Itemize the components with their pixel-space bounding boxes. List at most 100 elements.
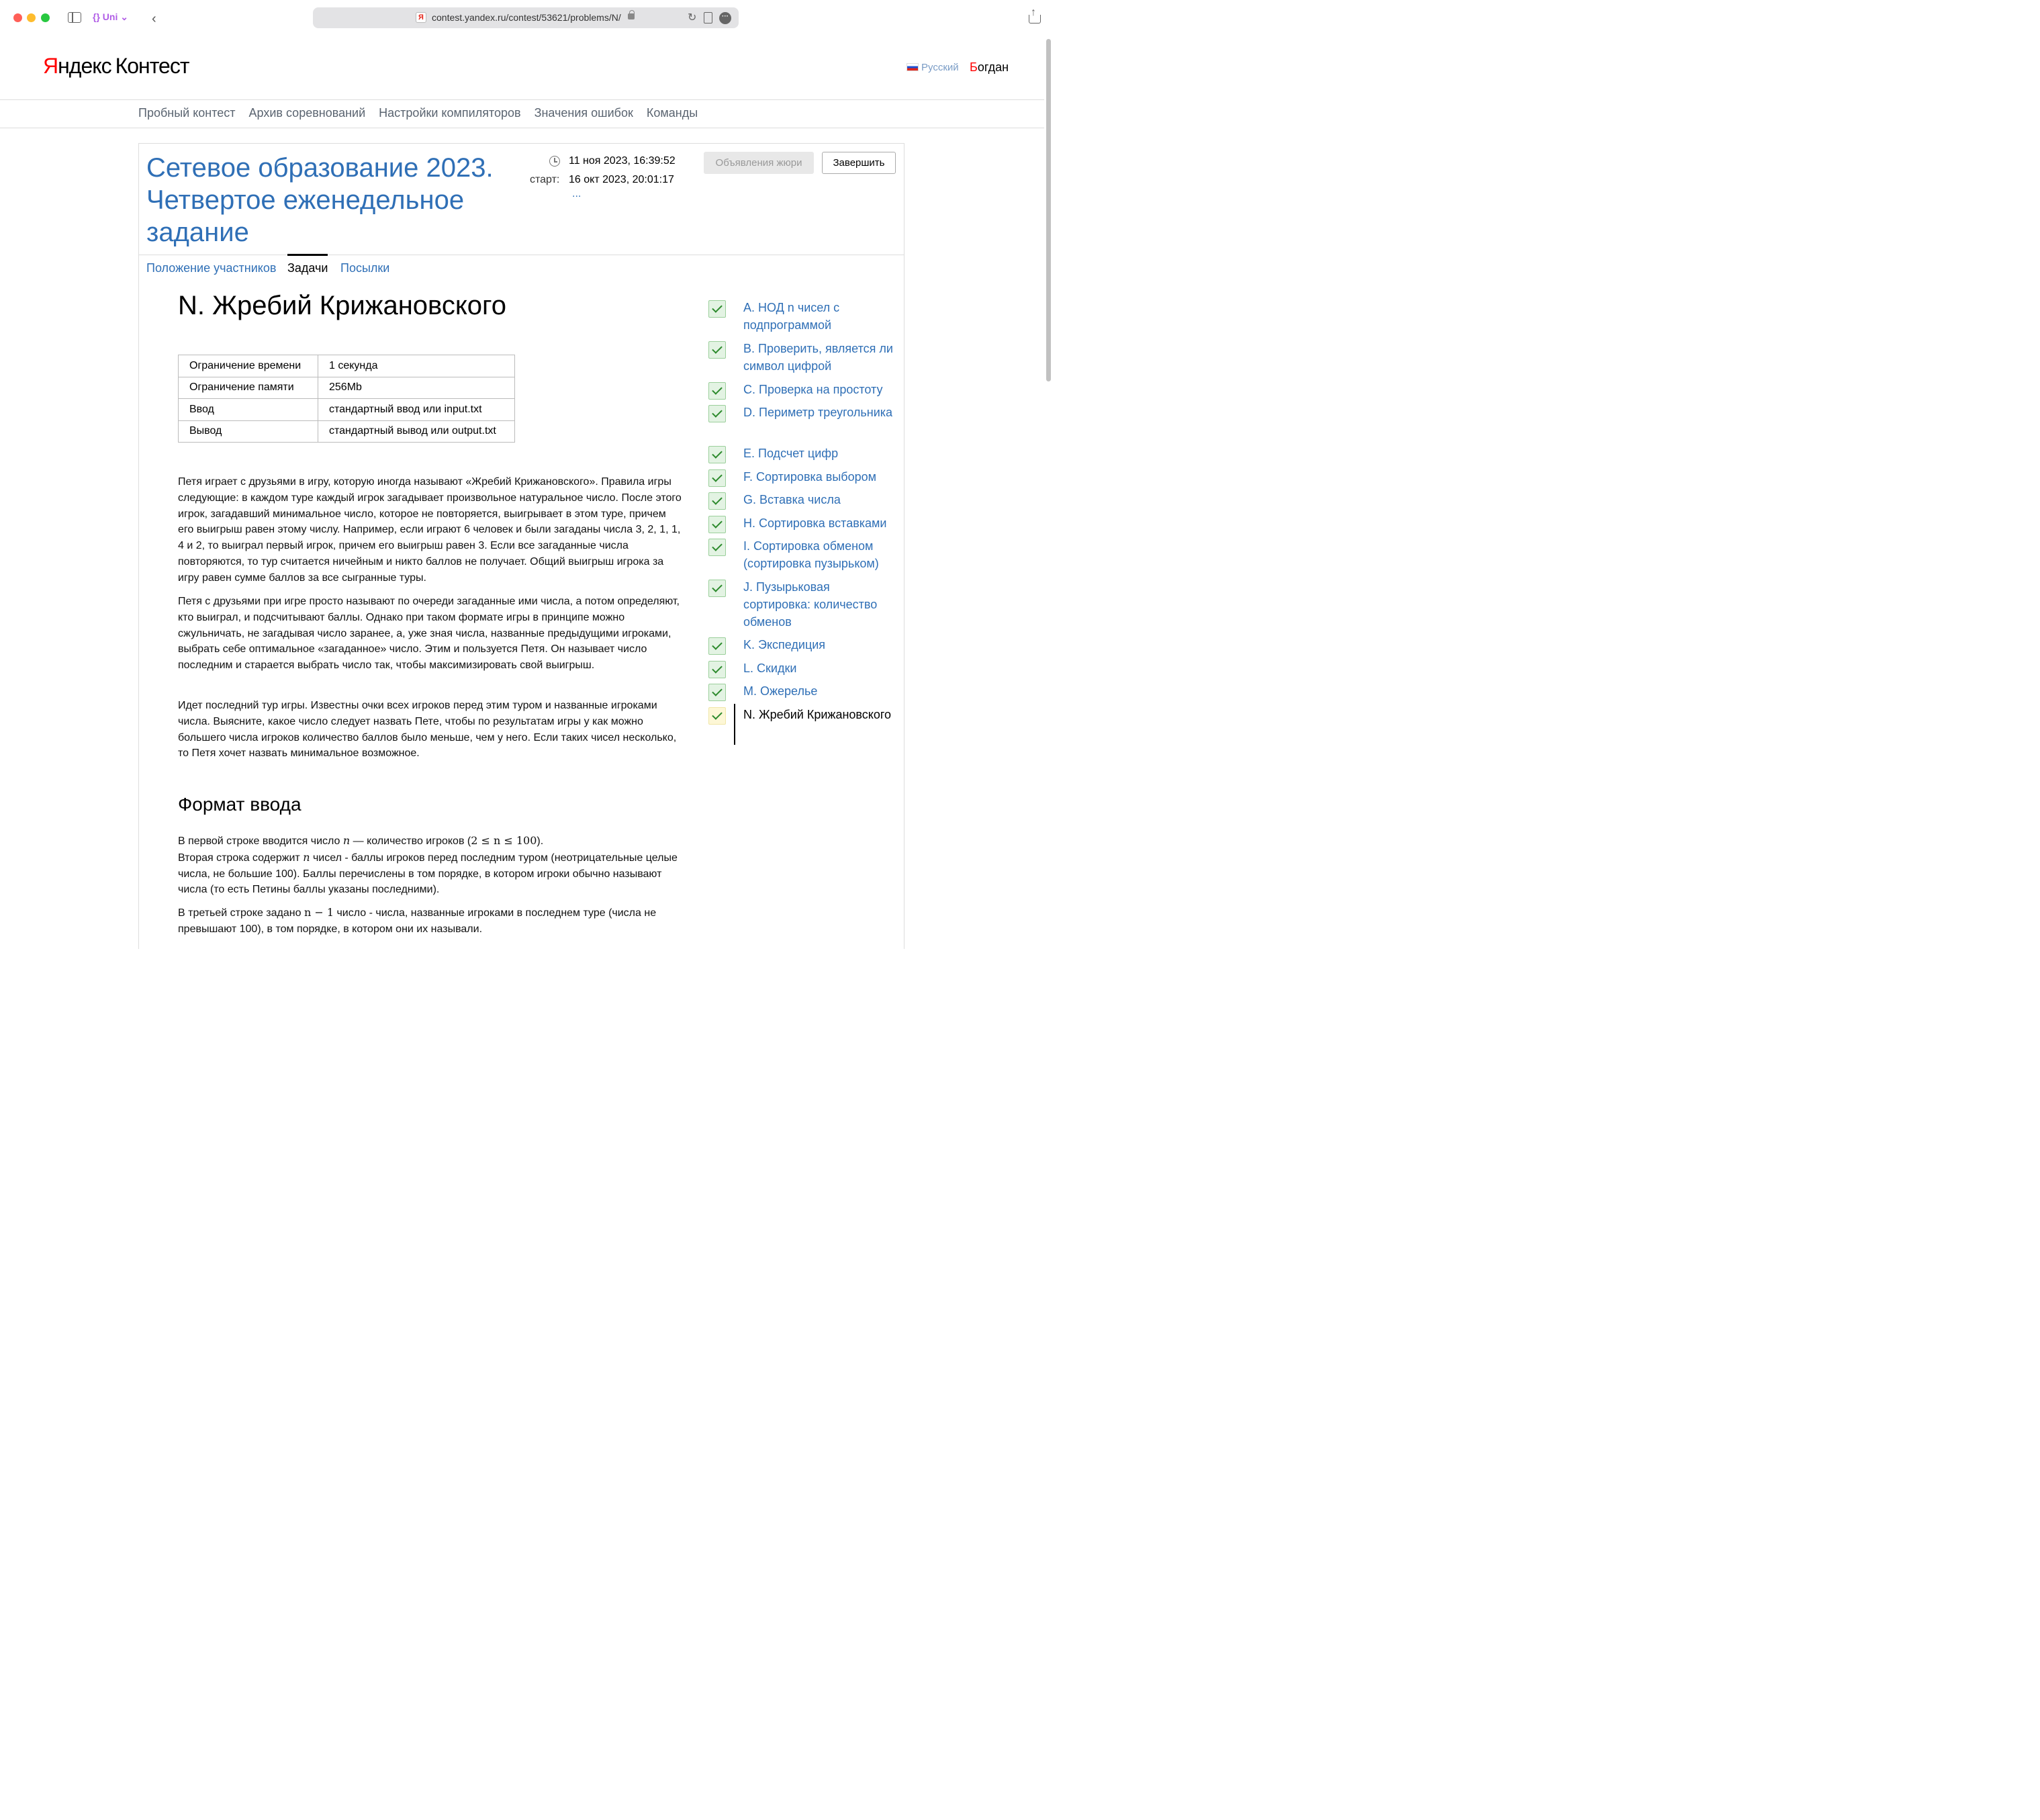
problem-link[interactable]: H. Сортировка вставками: [743, 514, 898, 532]
accepted-check-icon: [708, 661, 726, 678]
input-format-heading: Формат ввода: [178, 794, 302, 815]
math-var: n: [303, 850, 310, 864]
math-var: n: [342, 834, 351, 847]
problem-link[interactable]: J. Пузырьковая сортировка: количество об…: [743, 578, 898, 631]
user-menu[interactable]: Богдан: [970, 60, 1009, 75]
problem-title: N. Жребий Крижановского: [178, 291, 506, 320]
table-row: Ограничение времени 1 секунда: [178, 355, 515, 377]
nav-error-codes[interactable]: Значения ошибок: [535, 106, 633, 120]
nav-teams[interactable]: Команды: [647, 106, 698, 120]
user-initial: Б: [970, 60, 978, 74]
logo-ya: Я: [43, 54, 58, 78]
share-icon[interactable]: [1029, 7, 1041, 24]
statement-paragraph-3: Идет последний тур игры. Известны очки в…: [178, 700, 677, 760]
user-name-rest: огдан: [977, 60, 1009, 74]
problem-link-current[interactable]: N. Жребий Крижановского: [743, 706, 898, 723]
problem-link[interactable]: F. Сортировка выбором: [743, 468, 898, 486]
input-text: В третьей строке задано: [178, 907, 304, 919]
contest-title[interactable]: Сетевое образование 2023. Четвертое ежен…: [146, 152, 496, 248]
tab-standings[interactable]: Положение участников: [146, 261, 276, 275]
reload-icon[interactable]: ↻: [688, 11, 696, 24]
announcements-button[interactable]: Объявления жюри: [704, 152, 814, 174]
start-label: старт:: [530, 174, 560, 185]
input-text: В первой строке вводится число: [178, 835, 343, 847]
input-format-text-2: В третьей строке задано n − 1 число - чи…: [178, 905, 682, 938]
accepted-check-icon: [708, 382, 726, 400]
input-format-text: В первой строке вводится число n — колич…: [178, 833, 682, 898]
current-problem-marker: [734, 704, 735, 745]
accepted-check-icon: [708, 539, 726, 556]
problem-link[interactable]: C. Проверка на простоту: [743, 381, 898, 398]
limits-table: Ограничение времени 1 секунда Ограничение…: [178, 355, 515, 443]
accepted-check-icon: [708, 341, 726, 359]
nav-compiler-settings[interactable]: Настройки компиляторов: [379, 106, 520, 120]
tab-problems[interactable]: Задачи: [287, 261, 328, 275]
more-options-icon[interactable]: ···: [719, 12, 731, 24]
accepted-check-icon: [708, 405, 726, 422]
accepted-check-icon: [708, 637, 726, 655]
current-check-icon: [708, 707, 726, 725]
top-navigation: Пробный контест Архив соревнований Настр…: [138, 106, 708, 120]
problem-link[interactable]: B. Проверить, является ли символ цифрой: [743, 340, 898, 375]
problem-link[interactable]: A. НОД n чисел с подпрограммой: [743, 299, 898, 334]
scrollbar-thumb[interactable]: [1046, 39, 1051, 381]
problem-link[interactable]: D. Периметр треугольника: [743, 404, 898, 421]
input-text: — количество игроков (: [350, 835, 471, 847]
math-expr: 2 ≤ n ≤ 100: [471, 834, 537, 847]
more-info-link[interactable]: ...: [572, 188, 581, 200]
sidebar-toggle-icon[interactable]: [68, 12, 81, 23]
statement-paragraph-1: Петя играет с друзьями в игру, которую и…: [178, 476, 682, 584]
accepted-check-icon: [708, 516, 726, 533]
nav-trial-contest[interactable]: Пробный контест: [138, 106, 236, 120]
problem-link[interactable]: L. Скидки: [743, 659, 898, 677]
yandex-contest-logo[interactable]: Яндекс Контест: [43, 54, 189, 79]
input-text: Вторая строка содержит: [178, 852, 304, 864]
logo-kontest: Контест: [115, 54, 190, 78]
problem-link[interactable]: G. Вставка числа: [743, 491, 898, 508]
finish-button[interactable]: Завершить: [822, 152, 896, 174]
problem-link[interactable]: I. Сортировка обменом (сортировка пузырь…: [743, 537, 898, 572]
tab-submissions[interactable]: Посылки: [340, 261, 389, 275]
browser-toolbar: {} Uni ⌄ ‹ Я contest.yandex.ru/contest/5…: [0, 0, 1053, 36]
russian-flag-icon: [907, 63, 919, 71]
lock-icon: [628, 10, 635, 19]
accepted-check-icon: [708, 684, 726, 701]
page-scrollbar[interactable]: [1044, 36, 1053, 940]
problem-link[interactable]: E. Подсчет цифр: [743, 445, 898, 462]
site-favicon-icon: Я: [416, 12, 426, 23]
problem-link[interactable]: M. Ожерелье: [743, 682, 898, 700]
statement-paragraph-2: Петя с друзьями при игре просто называют…: [178, 596, 680, 672]
limit-value: 256Mb: [318, 376, 515, 399]
limit-key: Вывод: [178, 420, 318, 443]
accepted-check-icon: [708, 492, 726, 510]
zoom-window-button[interactable]: [41, 13, 50, 22]
clock-icon: [549, 156, 560, 167]
back-chevron-icon[interactable]: ‹: [152, 11, 156, 27]
input-text: ).: [537, 835, 544, 847]
header-divider: [0, 99, 1044, 100]
tab-group-selector[interactable]: {} Uni ⌄: [93, 11, 128, 23]
limit-value: 1 секунда: [318, 355, 515, 377]
reader-mode-icon[interactable]: [704, 12, 712, 24]
language-label: Русский: [921, 62, 959, 73]
close-window-button[interactable]: [13, 13, 22, 22]
language-selector[interactable]: Русский: [907, 62, 959, 73]
active-tab-indicator: [287, 254, 328, 256]
start-time: 16 окт 2023, 20:01:17: [569, 174, 674, 185]
limit-key: Ограничение времени: [178, 355, 318, 377]
limit-value: стандартный ввод или input.txt: [318, 398, 515, 421]
current-time: 11 ноя 2023, 16:39:52: [569, 155, 676, 167]
accepted-check-icon: [708, 469, 726, 487]
accepted-check-icon: [708, 300, 726, 318]
problem-link[interactable]: K. Экспедиция: [743, 636, 898, 653]
table-row: Ввод стандартный ввод или input.txt: [178, 398, 515, 421]
logo-ndex: ндекс: [58, 54, 111, 78]
url-text[interactable]: contest.yandex.ru/contest/53621/problems…: [432, 12, 621, 23]
limit-key: Ввод: [178, 398, 318, 421]
nav-archive[interactable]: Архив соревнований: [249, 106, 366, 120]
accepted-check-icon: [708, 580, 726, 597]
table-row: Ограничение памяти 256Mb: [178, 376, 515, 399]
minimize-window-button[interactable]: [27, 13, 36, 22]
limit-key: Ограничение памяти: [178, 376, 318, 399]
limit-value: стандартный вывод или output.txt: [318, 420, 515, 443]
